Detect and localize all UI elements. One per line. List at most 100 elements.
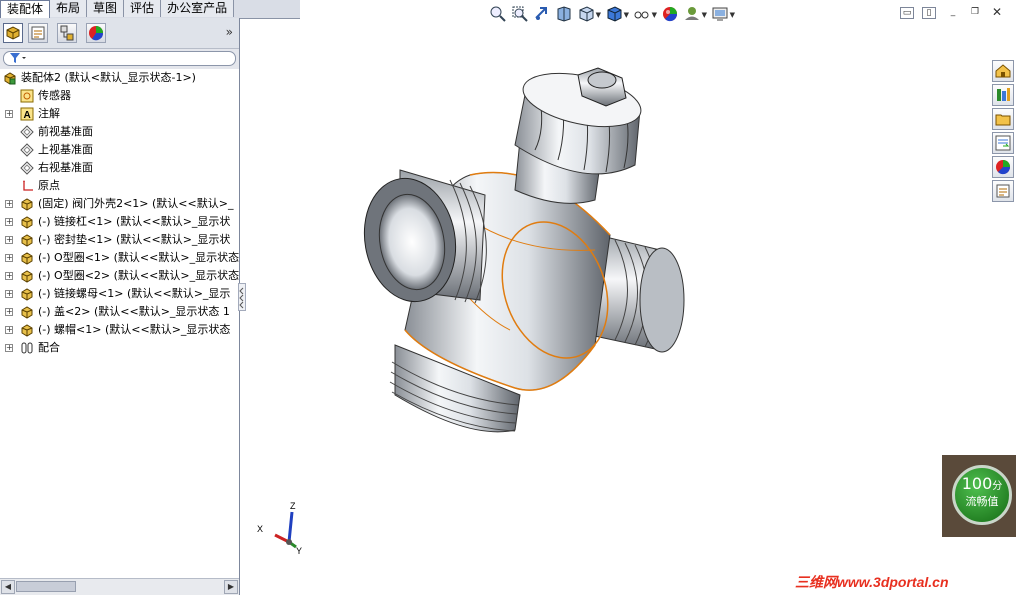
tree-item[interactable]: 上视基准面 bbox=[0, 141, 239, 159]
tree-item[interactable]: + (-) 链接螺母<1> (默认<<默认>_显示 bbox=[0, 285, 239, 303]
expand-icon[interactable]: + bbox=[5, 326, 13, 334]
edit-appearance-icon[interactable] bbox=[660, 4, 680, 24]
scroll-right-icon[interactable]: ▶ bbox=[224, 580, 238, 594]
tree-item[interactable]: 原点 bbox=[0, 177, 239, 195]
part-icon bbox=[20, 197, 34, 211]
scroll-left-icon[interactable]: ◀ bbox=[1, 580, 15, 594]
tree-item-label: (-) 链接杠<1> (默认<<默认>_显示状 bbox=[38, 215, 231, 228]
tree-item[interactable]: + (-) O型圈<1> (默认<<默认>_显示状态 bbox=[0, 249, 239, 267]
tab-3[interactable]: 评估 bbox=[124, 0, 162, 17]
tree-item-label: (-) 盖<2> (默认<<默认>_显示状态 1 bbox=[38, 305, 230, 318]
score-value: 100 bbox=[961, 474, 993, 493]
restore-icon[interactable]: ❐ bbox=[968, 7, 982, 19]
score-circle: 100分 流畅值 bbox=[952, 465, 1012, 525]
tree-item-label: 原点 bbox=[38, 179, 60, 192]
part-icon bbox=[20, 287, 34, 301]
tree-item[interactable]: 传感器 bbox=[0, 87, 239, 105]
tab-2[interactable]: 草图 bbox=[87, 0, 125, 17]
left-outlet-part[interactable] bbox=[355, 169, 487, 309]
display-manager-tab-icon[interactable] bbox=[86, 23, 106, 43]
feature-tree: 装配体2 (默认<默认_显示状态-1>) 传感器 + A 注解前视基准面上视基准面右视基… bbox=[0, 69, 239, 579]
triad-z-label: Z bbox=[290, 501, 296, 511]
collapse-panel-icon[interactable]: » bbox=[226, 25, 233, 39]
tree-item-label: 右视基准面 bbox=[38, 161, 93, 174]
view-palette-icon[interactable] bbox=[992, 132, 1014, 154]
tab-0[interactable]: 装配体 bbox=[0, 0, 51, 19]
tree-item[interactable]: + (-) 密封垫<1> (默认<<默认>_显示状 bbox=[0, 231, 239, 249]
appearances-icon[interactable] bbox=[992, 156, 1014, 178]
tree-filter-input[interactable] bbox=[3, 51, 236, 66]
previous-view-icon[interactable] bbox=[532, 4, 552, 24]
coordinate-triad: X Y Z bbox=[257, 501, 302, 556]
expand-icon[interactable]: + bbox=[5, 200, 13, 208]
tile-horizontal-icon[interactable]: ▭ bbox=[900, 7, 914, 19]
valve-assembly-model[interactable] bbox=[355, 64, 685, 433]
triad-y-label: Y bbox=[296, 546, 302, 556]
tile-vertical-icon[interactable]: ▯ bbox=[922, 7, 936, 19]
design-library-icon[interactable] bbox=[992, 84, 1014, 106]
minimize-icon[interactable]: _ bbox=[946, 7, 960, 19]
tree-item[interactable]: + (-) 螺帽<1> (默认<<默认>_显示状态 bbox=[0, 321, 239, 339]
tree-item[interactable]: 前视基准面 bbox=[0, 123, 239, 141]
tree-item[interactable]: + (-) 链接杠<1> (默认<<默认>_显示状 bbox=[0, 213, 239, 231]
tree-item[interactable]: + (固定) 阀门外壳2<1> (默认<<默认>_ bbox=[0, 195, 239, 213]
part-icon bbox=[20, 323, 34, 337]
tree-item[interactable]: 装配体2 (默认<默认_显示状态-1>) bbox=[0, 69, 239, 87]
part-icon bbox=[20, 215, 34, 229]
score-unit: 分 bbox=[992, 481, 1003, 492]
funnel-icon[interactable] bbox=[10, 53, 26, 67]
close-icon[interactable]: ✕ bbox=[990, 6, 1004, 19]
tab-1[interactable]: 布局 bbox=[50, 0, 88, 17]
part-icon bbox=[20, 233, 34, 247]
expand-icon[interactable]: + bbox=[5, 290, 13, 298]
tree-item-label: 配合 bbox=[38, 341, 60, 354]
tree-item-label: 注解 bbox=[38, 107, 60, 120]
assembly-icon bbox=[3, 71, 17, 85]
feature-manager-tab-icon[interactable] bbox=[3, 23, 23, 43]
tab-4[interactable]: 办公室产品 bbox=[161, 0, 235, 17]
configuration-manager-tab-icon[interactable] bbox=[57, 23, 77, 43]
tree-item[interactable]: 右视基准面 bbox=[0, 159, 239, 177]
view-settings-icon[interactable]: ▼ bbox=[710, 4, 735, 24]
property-manager-tab-icon[interactable] bbox=[28, 23, 48, 43]
hide-show-items-icon[interactable]: ▼ bbox=[632, 4, 657, 24]
expand-icon[interactable]: + bbox=[5, 254, 13, 262]
tree-item[interactable]: + A 注解 bbox=[0, 105, 239, 123]
home-icon[interactable] bbox=[992, 60, 1014, 82]
expand-icon[interactable]: + bbox=[5, 308, 13, 316]
display-style-icon[interactable]: ▼ bbox=[604, 4, 629, 24]
expand-icon[interactable]: + bbox=[5, 110, 13, 118]
apply-scene-icon[interactable]: ▼ bbox=[682, 4, 707, 24]
annotation-icon: A bbox=[20, 107, 34, 121]
tree-item-label: 前视基准面 bbox=[38, 125, 93, 138]
custom-properties-icon[interactable] bbox=[992, 180, 1014, 202]
scroll-thumb[interactable] bbox=[16, 581, 76, 592]
fluency-badge: 100分 流畅值 bbox=[942, 455, 1016, 537]
plane-icon bbox=[20, 161, 34, 175]
view-orientation-icon[interactable]: ▼ bbox=[576, 4, 601, 24]
zoom-to-fit-icon[interactable] bbox=[488, 4, 508, 24]
panel-splitter[interactable] bbox=[238, 283, 246, 311]
svg-text:A: A bbox=[24, 110, 31, 121]
plane-icon bbox=[20, 143, 34, 157]
heads-up-view-toolbar: ▼ ▼ ▼ ▼ ▼ bbox=[488, 4, 735, 26]
triad-x-label: X bbox=[257, 524, 263, 534]
expand-icon[interactable]: + bbox=[5, 344, 13, 352]
tree-item-label: (-) 链接螺母<1> (默认<<默认>_显示 bbox=[38, 287, 231, 300]
horizontal-scrollbar[interactable]: ◀ ▶ bbox=[0, 578, 239, 595]
expand-icon[interactable]: + bbox=[5, 272, 13, 280]
site-watermark: 三维网www.3dportal.cn bbox=[795, 574, 949, 590]
mates-icon bbox=[20, 341, 34, 355]
zoom-to-area-icon[interactable] bbox=[510, 4, 530, 24]
tree-item[interactable]: + (-) 盖<2> (默认<<默认>_显示状态 1 bbox=[0, 303, 239, 321]
expand-icon[interactable]: + bbox=[5, 218, 13, 226]
section-view-icon[interactable] bbox=[554, 4, 574, 24]
graphics-area[interactable]: X Y Z bbox=[246, 30, 946, 570]
part-icon bbox=[20, 305, 34, 319]
tree-item[interactable]: + (-) O型圈<2> (默认<<默认>_显示状态 bbox=[0, 267, 239, 285]
tree-item[interactable]: + 配合 bbox=[0, 339, 239, 357]
file-explorer-icon[interactable] bbox=[992, 108, 1014, 130]
expand-icon[interactable]: + bbox=[5, 236, 13, 244]
tree-item-label: (-) O型圈<2> (默认<<默认>_显示状态 bbox=[38, 269, 239, 282]
part-icon bbox=[20, 269, 34, 283]
